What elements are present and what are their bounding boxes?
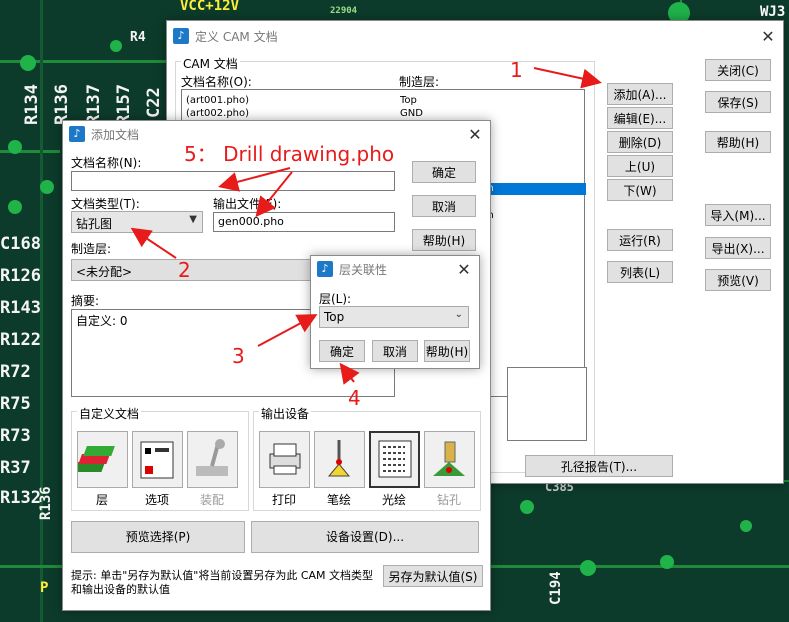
annotation-5: 5： Drill drawing.pho bbox=[184, 142, 395, 166]
arrow-2 bbox=[130, 227, 177, 259]
annotation-3: 3 bbox=[232, 344, 245, 368]
annotation-4: 4 bbox=[348, 386, 361, 410]
arrow-3 bbox=[257, 314, 318, 347]
arrow-4 bbox=[339, 362, 360, 385]
arrow-5b bbox=[255, 171, 293, 218]
annotation-1: 1 bbox=[510, 58, 523, 82]
arrow-1 bbox=[533, 67, 602, 89]
annotation-2: 2 bbox=[178, 258, 191, 282]
arrow-5a bbox=[218, 167, 291, 192]
annotation-arrows bbox=[130, 67, 602, 385]
